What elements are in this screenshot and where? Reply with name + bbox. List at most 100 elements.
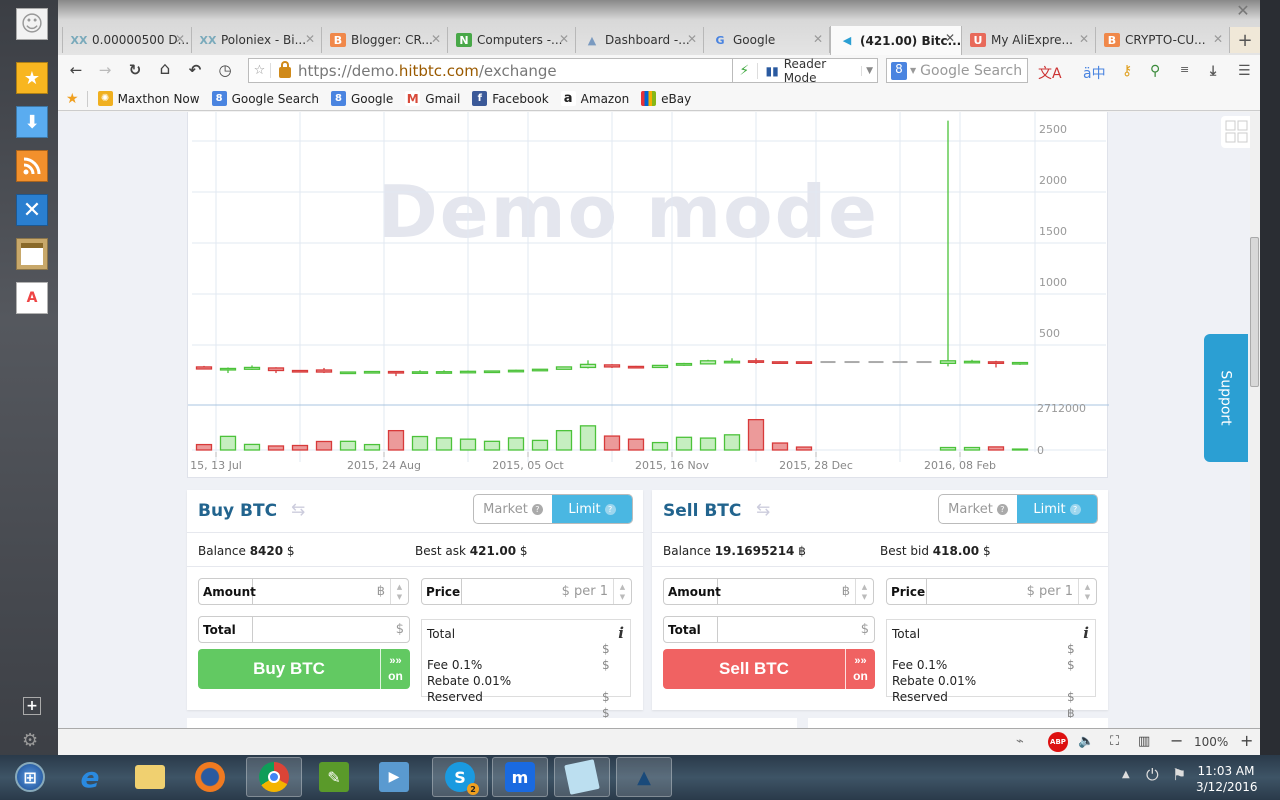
activity-monitor-icon[interactable]: ⌁	[1016, 734, 1024, 749]
best-bid-text[interactable]: Best bid 418.00 $	[880, 544, 991, 558]
taskbar-media-player[interactable]: ▶	[366, 757, 422, 797]
tools-icon[interactable]: ✕	[16, 194, 48, 226]
tab[interactable]: B Blogger: CR... ✕	[322, 27, 448, 53]
tab[interactable]: XX 0.00000500 D... ✕	[62, 27, 192, 53]
taskbar-skype[interactable]: S2	[432, 757, 488, 797]
power-icon[interactable]: ⏻	[1146, 765, 1159, 785]
info-icon[interactable]: i	[618, 624, 624, 642]
history-icon[interactable]: ◷	[214, 61, 236, 79]
total-input[interactable]: Total $	[198, 616, 410, 643]
fullscreen-icon[interactable]: ⛶	[1110, 734, 1119, 749]
undo-close-icon[interactable]: ↶	[184, 61, 206, 79]
favorites-icon[interactable]: ★	[66, 90, 88, 107]
limit-tab[interactable]: Limit?	[552, 495, 632, 523]
zoom-search-icon[interactable]: ⚲	[1150, 63, 1160, 79]
price-input[interactable]: Price $ per 1 ▲ ▼	[886, 578, 1097, 605]
scrollbar-thumb[interactable]	[1250, 237, 1259, 387]
bookmark-google[interactable]: 8 Google	[330, 91, 393, 106]
rss-icon[interactable]	[16, 150, 48, 182]
download-toolbar-icon[interactable]: ⤓	[1210, 63, 1216, 79]
settings-gear-icon[interactable]: ⚙	[22, 730, 38, 751]
notes-icon[interactable]	[16, 238, 48, 270]
tab-close-icon[interactable]: ✕	[945, 31, 955, 45]
new-tab-button[interactable]: +	[1230, 27, 1260, 53]
bookmark-gmail[interactable]: M Gmail	[405, 91, 460, 106]
download-icon[interactable]: ⬇	[16, 106, 48, 138]
taskbar-explorer[interactable]	[122, 757, 178, 797]
total-input[interactable]: Total $	[663, 616, 875, 643]
zoom-out-button[interactable]: −	[1170, 731, 1183, 750]
address-bar[interactable]: ☆ https://demo.hitbtc.com/exchange	[248, 58, 733, 83]
translate-toolbar-icon[interactable]: 文A	[1038, 63, 1062, 83]
url-text[interactable]: https://demo.hitbtc.com/exchange	[298, 62, 557, 80]
back-icon[interactable]: ←	[65, 61, 87, 79]
help-icon[interactable]: ?	[996, 503, 1008, 515]
sound-icon[interactable]: 🔈	[1078, 734, 1094, 749]
best-ask-text[interactable]: Best ask 421.00 $	[415, 544, 528, 558]
help-icon[interactable]: ?	[604, 503, 616, 515]
taskbar-minergate[interactable]: ▲	[616, 757, 672, 797]
system-clock[interactable]: 11:03 AM 3/12/2016	[1196, 763, 1258, 795]
market-tab[interactable]: Market?	[939, 495, 1017, 523]
tab-close-icon[interactable]: ✕	[687, 32, 697, 46]
bookmark-google-search[interactable]: 8 Google Search	[211, 91, 319, 106]
tab-active[interactable]: ◀ (421.00) Bitc... ✕	[830, 26, 962, 55]
tab[interactable]: XX Poloniex - Bi... ✕	[192, 27, 322, 53]
swap-icon[interactable]: ⇆	[291, 500, 305, 520]
tab[interactable]: N Computers -... ✕	[448, 27, 576, 53]
smiley-icon[interactable]: ☺	[16, 8, 48, 40]
show-hidden-icons[interactable]: ▲	[1122, 769, 1130, 780]
amount-stepper[interactable]: ▲ ▼	[855, 579, 873, 604]
price-stepper[interactable]: ▲ ▼	[1078, 579, 1096, 604]
window-close-icon[interactable]: ✕	[1226, 0, 1260, 20]
bookmark-star-icon[interactable]: ☆	[249, 63, 271, 78]
tab[interactable]: B CRYPTO-CU... ✕	[1096, 27, 1230, 53]
reload-icon[interactable]: ↻	[124, 61, 146, 79]
amount-stepper[interactable]: ▲ ▼	[390, 579, 408, 604]
sell-btc-button[interactable]: Sell BTC »» on	[663, 649, 875, 689]
forward-icon[interactable]: →	[94, 61, 116, 79]
bookmark-ebay[interactable]: eBay	[641, 91, 691, 106]
tab-close-icon[interactable]: ✕	[431, 32, 441, 46]
help-icon[interactable]: ?	[1069, 503, 1081, 515]
action-center-flag-icon[interactable]: ⚑	[1172, 765, 1186, 784]
add-panel-icon[interactable]: +	[23, 697, 41, 715]
password-key-icon[interactable]: ⚷	[1122, 63, 1132, 79]
tab-close-icon[interactable]: ✕	[175, 32, 185, 46]
tab[interactable]: G Google ✕	[704, 27, 830, 53]
tab-close-icon[interactable]: ✕	[559, 32, 569, 46]
market-tab[interactable]: Market?	[474, 495, 552, 523]
taskbar-maxthon[interactable]: m	[492, 757, 548, 797]
adblock-icon[interactable]: ABP	[1048, 732, 1068, 752]
tab-close-icon[interactable]: ✕	[305, 32, 315, 46]
info-icon[interactable]: i	[1083, 624, 1089, 642]
language-icon[interactable]: ä中	[1083, 63, 1106, 83]
help-icon[interactable]: ?	[531, 503, 543, 515]
quick-order-toggle[interactable]: »» on	[845, 649, 875, 689]
taskbar-notepad[interactable]	[554, 757, 610, 797]
limit-tab[interactable]: Limit?	[1017, 495, 1097, 523]
translate-icon[interactable]: A	[16, 282, 48, 314]
google-engine-icon[interactable]: 8	[891, 61, 907, 80]
tab-close-icon[interactable]: ✕	[1079, 32, 1089, 46]
menu-icon[interactable]: ☰	[1238, 63, 1251, 79]
home-icon[interactable]: ⌂	[154, 59, 176, 79]
taskbar-chrome[interactable]	[246, 757, 302, 797]
overflow-icon[interactable]: ≡	[1180, 63, 1189, 76]
amount-input[interactable]: Amount ฿ ▲ ▼	[663, 578, 874, 605]
taskbar-ie[interactable]: e	[62, 757, 118, 797]
connect-icon[interactable]: ⚡	[732, 62, 758, 79]
taskbar-greenfoot[interactable]: ✎	[306, 757, 362, 797]
bookmark-maxthon-now[interactable]: ✺ Maxthon Now	[97, 91, 200, 106]
price-stepper[interactable]: ▲ ▼	[613, 579, 631, 604]
amount-input[interactable]: Amount ฿ ▲ ▼	[198, 578, 409, 605]
split-view-icon[interactable]: ▥	[1138, 734, 1150, 749]
search-box[interactable]: 8 ▼ Google Search	[886, 58, 1028, 83]
bookmark-amazon[interactable]: a Amazon	[560, 91, 629, 106]
favorites-star-icon[interactable]: ★	[16, 62, 48, 94]
tab-close-icon[interactable]: ✕	[1213, 32, 1223, 46]
quick-order-toggle[interactable]: »» on	[380, 649, 410, 689]
zoom-in-button[interactable]: +	[1240, 731, 1253, 750]
price-input[interactable]: Price $ per 1 ▲ ▼	[421, 578, 632, 605]
layout-grid-icon[interactable]	[1221, 116, 1250, 148]
